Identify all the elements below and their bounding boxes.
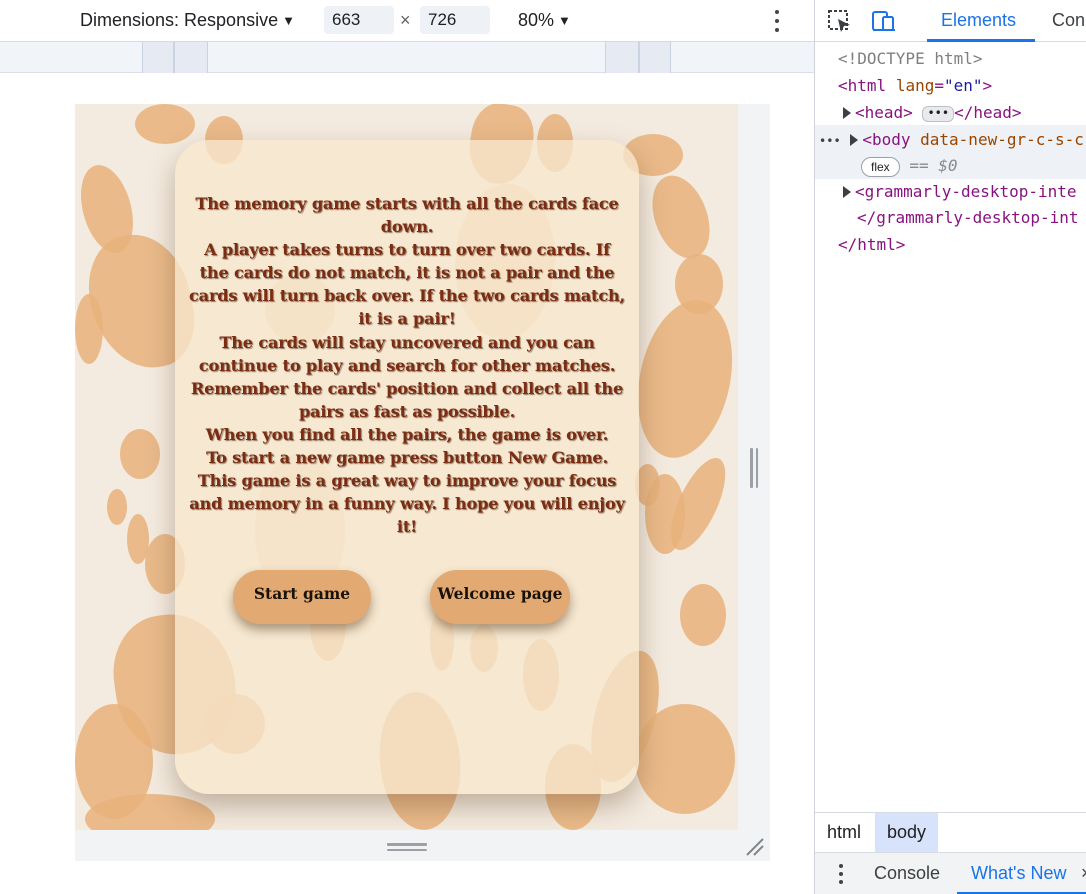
media-query-segment[interactable] xyxy=(639,42,671,73)
dimensions-label: Dimensions: Responsive xyxy=(80,10,279,30)
devtools-panel: Elements Con <!DOCTYPE html> <html lang=… xyxy=(814,0,1086,894)
instruction-line: The cards will stay uncovered and you ca… xyxy=(198,332,616,375)
dom-grammarly-close[interactable]: </grammarly-desktop-int xyxy=(857,205,1079,231)
tab-elements[interactable]: Elements xyxy=(941,10,1016,31)
instruction-line: Remember the cards' position and collect… xyxy=(190,378,624,421)
paw-print-shape xyxy=(75,294,103,364)
paw-print-shape xyxy=(135,104,195,144)
more-options-icon[interactable] xyxy=(770,10,784,32)
media-query-bar[interactable] xyxy=(0,42,814,73)
instructions-text: The memory game starts with all the card… xyxy=(187,192,627,538)
expand-arrow-icon[interactable] xyxy=(843,107,851,119)
dom-grammarly-node[interactable]: <grammarly-desktop-inte xyxy=(843,179,1077,205)
device-toolbar-icon[interactable] xyxy=(871,9,897,33)
zoom-label: 80% xyxy=(518,10,555,30)
instruction-line: When you find all the pairs, the game is… xyxy=(205,424,609,444)
paw-print-shape xyxy=(641,167,721,267)
tab-console[interactable]: Con xyxy=(1052,10,1085,31)
instruction-line: A player takes turns to turn over two ca… xyxy=(189,240,625,329)
media-query-segment[interactable] xyxy=(174,42,208,73)
dimensions-select[interactable]: Dimensions: Responsive ▼ xyxy=(80,10,295,31)
instruction-line: To start a new game press button New Gam… xyxy=(206,448,608,468)
dom-html-close[interactable]: </html> xyxy=(838,232,905,258)
times-sign: × xyxy=(400,10,411,30)
flex-badge[interactable]: flex xyxy=(861,157,900,177)
paw-print-shape xyxy=(120,429,160,479)
ellipsis-badge[interactable]: ••• xyxy=(922,106,955,122)
dropdown-triangle-icon: ▼ xyxy=(282,13,295,28)
instruction-line: The memory game starts with all the card… xyxy=(195,194,619,237)
media-query-segment[interactable] xyxy=(605,42,639,73)
dropdown-triangle-icon: ▼ xyxy=(558,13,571,28)
paw-print-shape xyxy=(680,584,726,646)
welcome-page-button[interactable]: Welcome page xyxy=(430,570,570,624)
instructions-card: The memory game starts with all the card… xyxy=(175,140,639,794)
breadcrumb-body[interactable]: body xyxy=(875,813,939,852)
height-input[interactable]: 726 xyxy=(420,6,490,34)
emulated-page: The memory game starts with all the card… xyxy=(75,104,738,830)
paw-print-shape xyxy=(624,291,738,467)
viewport-height-resizer[interactable] xyxy=(75,830,770,861)
breadcrumb-html[interactable]: html xyxy=(815,813,873,852)
instruction-line: This game is a great way to improve your… xyxy=(189,471,625,537)
start-game-button[interactable]: Start game xyxy=(233,570,371,624)
device-emulation-area: Dimensions: Responsive ▼ 663 × 726 80% ▼ xyxy=(0,0,814,894)
dom-html-node[interactable]: <html lang="en"> xyxy=(838,73,992,99)
dom-body-badges: flex == $0 xyxy=(861,153,958,179)
dom-body-node[interactable]: ••• <body data-new-gr-c-s-c xyxy=(819,127,1084,154)
dom-doctype[interactable]: <!DOCTYPE html> xyxy=(838,46,983,72)
drawer-tab-console[interactable]: Console xyxy=(874,863,940,884)
dollar-zero-label: == $0 xyxy=(909,156,958,175)
devtools-drawer: Console What's New × xyxy=(815,852,1086,894)
expand-arrow-icon[interactable] xyxy=(843,186,851,198)
paw-print-shape xyxy=(107,489,127,525)
node-actions-icon[interactable]: ••• xyxy=(819,134,841,148)
dom-head-node[interactable]: <head> ••• </head> xyxy=(843,100,1022,126)
viewport-width-resizer[interactable] xyxy=(738,104,770,830)
active-tab-indicator xyxy=(927,39,1035,42)
close-icon[interactable]: × xyxy=(1081,863,1086,884)
width-input[interactable]: 663 xyxy=(324,6,394,34)
paw-print-shape xyxy=(635,704,735,814)
inspect-element-icon[interactable] xyxy=(827,9,853,33)
breadcrumb: html body xyxy=(815,812,1086,852)
device-toolbar: Dimensions: Responsive ▼ 663 × 726 80% ▼ xyxy=(0,0,814,42)
paw-print-shape xyxy=(645,474,685,554)
expand-arrow-icon[interactable] xyxy=(850,134,859,146)
drawer-tab-whats-new[interactable]: What's New xyxy=(971,863,1066,884)
media-query-segment[interactable] xyxy=(142,42,174,73)
drawer-menu-icon[interactable] xyxy=(837,864,845,884)
devtools-tabbar: Elements Con xyxy=(815,0,1086,42)
resize-corner-icon[interactable] xyxy=(744,836,766,858)
zoom-select[interactable]: 80% ▼ xyxy=(518,10,571,31)
